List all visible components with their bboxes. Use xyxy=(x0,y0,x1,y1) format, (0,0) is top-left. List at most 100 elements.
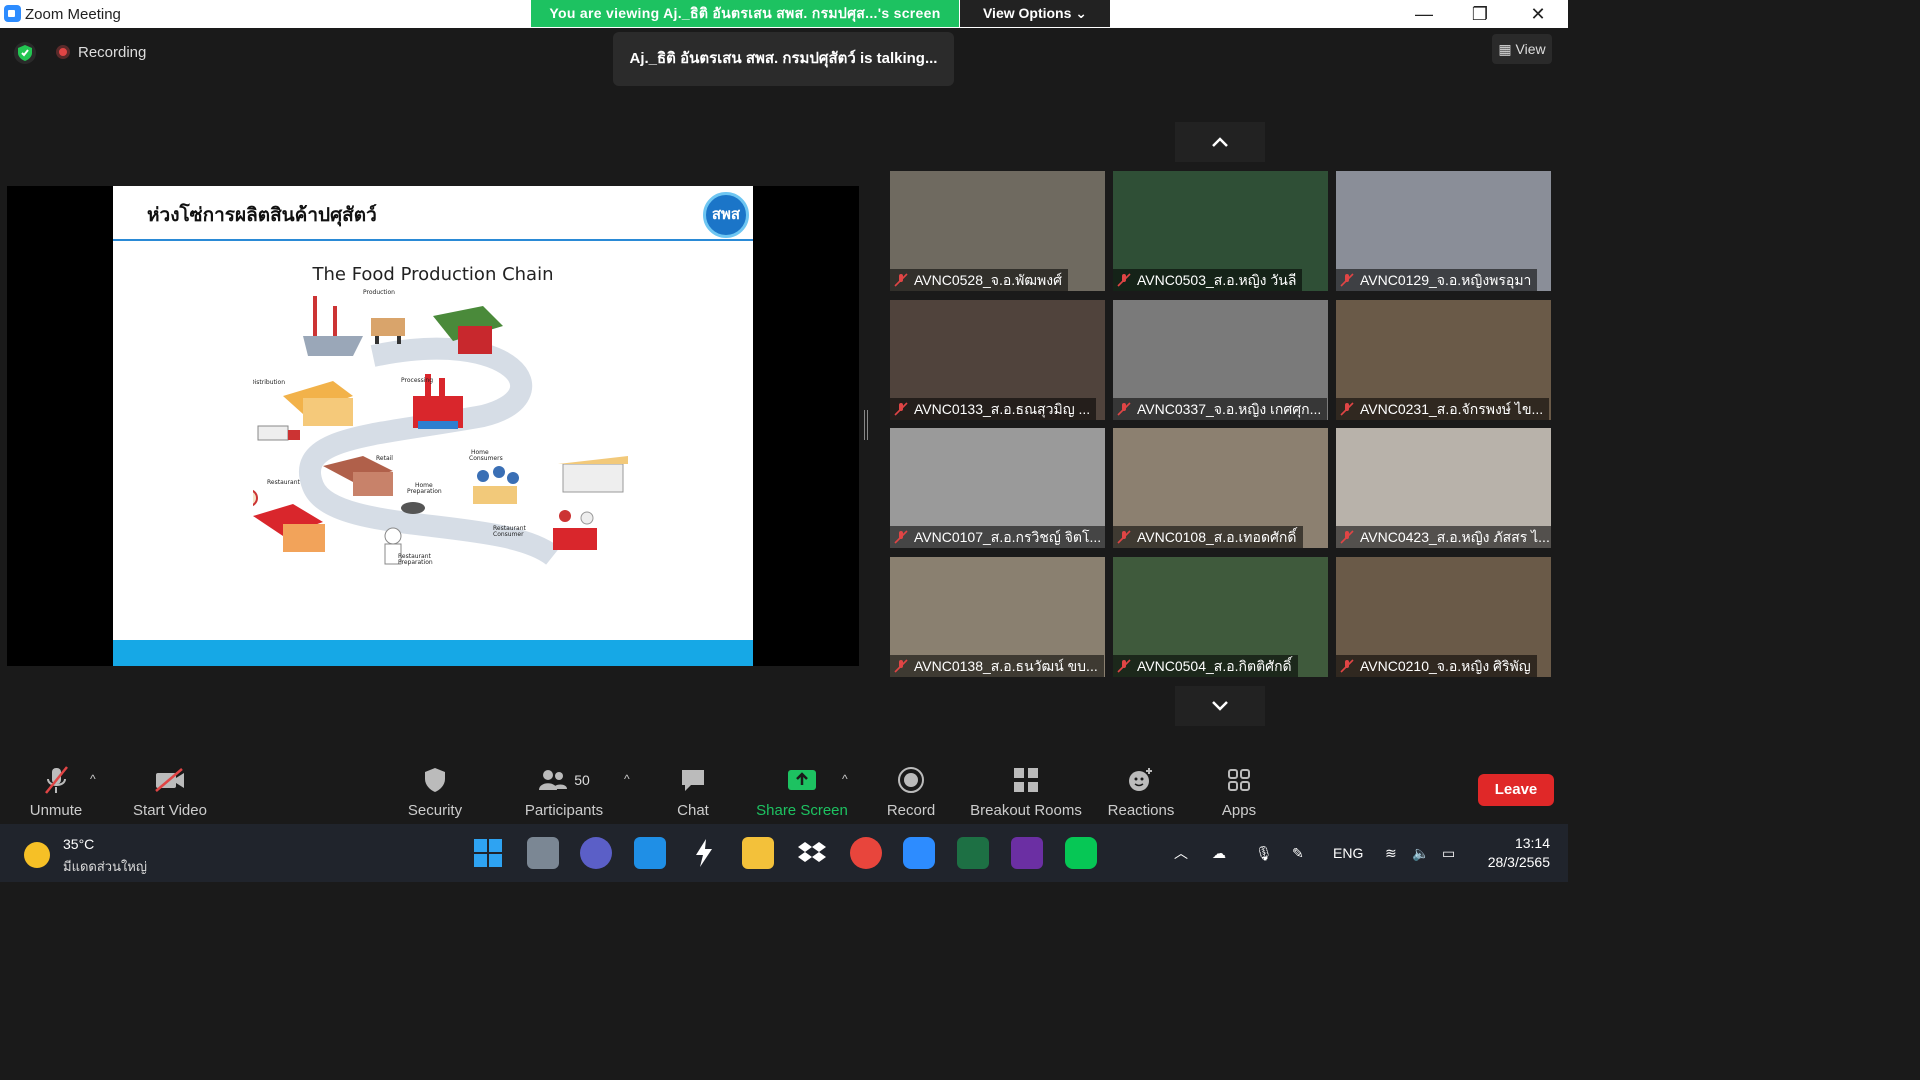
talking-indicator: Aj._ธิติ อันตรเสน สพส. กรมปศุสัตว์ is ta… xyxy=(613,32,954,86)
windows-start-icon[interactable] xyxy=(472,837,504,869)
onedrive-cloud-icon[interactable]: ☁ xyxy=(1212,824,1226,882)
language-indicator[interactable]: ENG xyxy=(1333,824,1363,882)
chevron-up-icon xyxy=(1212,137,1228,147)
line-app-icon[interactable] xyxy=(1065,837,1097,869)
record-label: Record xyxy=(886,802,936,819)
participant-tile[interactable]: AVNC0107_ส.อ.กรวิชญ์ จิตโ... xyxy=(890,428,1105,548)
view-button[interactable]: ▦ View xyxy=(1492,34,1552,64)
cow-icon xyxy=(371,318,405,344)
window-title: Zoom Meeting xyxy=(25,6,121,23)
tray-overflow-chevron-icon[interactable]: ︿ xyxy=(1174,824,1188,882)
minimize-button[interactable]: — xyxy=(1396,0,1452,28)
viewing-screen-banner: You are viewing Aj._ธิติ อันตรเสน สพส. ก… xyxy=(531,0,959,27)
taskbar-clock[interactable]: 13:14 28/3/2565 xyxy=(1488,834,1550,872)
participant-name: AVNC0528_จ.อ.พัฒพงศ์ xyxy=(914,272,1063,288)
task-view-icon[interactable] xyxy=(527,837,559,869)
volume-icon[interactable]: 🔈 xyxy=(1412,824,1429,882)
unmute-button[interactable]: Unmute xyxy=(22,764,90,819)
participants-button[interactable]: 50 Participants xyxy=(518,764,610,819)
participant-tile[interactable]: AVNC0504_ส.อ.กิตติศักดิ์ xyxy=(1113,557,1328,677)
participant-name-label: AVNC0108_ส.อ.เทอดศักดิ์ xyxy=(1113,526,1303,548)
apps-button[interactable]: Apps xyxy=(1212,764,1266,819)
participant-tile[interactable]: AVNC0210_จ.อ.หญิง ศิริพัญ xyxy=(1336,557,1551,677)
chrome-icon[interactable] xyxy=(850,837,882,869)
encryption-shield-icon[interactable] xyxy=(14,42,36,64)
home-consumers-label-2: Consumers xyxy=(469,455,503,462)
participant-tile[interactable]: AVNC0129_จ.อ.หญิงพรอุมา xyxy=(1336,171,1551,291)
title-bar: Zoom Meeting You are viewing Aj._ธิติ อั… xyxy=(0,0,1568,28)
security-button[interactable]: Security xyxy=(400,764,470,819)
participant-name: AVNC0231_ส.อ.จักรพงษ์ ไข... xyxy=(1360,401,1544,417)
slide-logo: สพส xyxy=(703,192,749,238)
file-explorer-icon[interactable] xyxy=(742,837,774,869)
reactions-button[interactable]: Reactions xyxy=(1104,764,1178,819)
pan-icon xyxy=(401,502,425,514)
share-options-caret-icon[interactable]: ^ xyxy=(842,772,848,786)
security-label: Security xyxy=(407,802,463,819)
record-button[interactable]: Record xyxy=(882,764,940,819)
participant-name: AVNC0133_ส.อ.ธณสุวมิญ ... xyxy=(914,401,1091,417)
muted-mic-icon xyxy=(1117,659,1131,673)
muted-mic-icon xyxy=(1340,659,1354,673)
weather-description: มีแดดส่วนใหญ่ xyxy=(63,859,147,874)
participant-name-label: AVNC0504_ส.อ.กิตติศักดิ์ xyxy=(1113,655,1298,677)
muted-mic-icon xyxy=(1117,402,1131,416)
share-screen-button[interactable]: Share Screen xyxy=(752,764,852,819)
muted-mic-icon xyxy=(1340,530,1354,544)
close-button[interactable]: ✕ xyxy=(1510,0,1566,28)
gallery-page-down-button[interactable] xyxy=(1175,686,1265,726)
restaurant-consumer-label-2: Consumer xyxy=(493,531,524,538)
participant-name: AVNC0504_ส.อ.กิตติศักดิ์ xyxy=(1137,658,1292,674)
microphone-tray-icon[interactable]: 🎙 xyxy=(1255,824,1273,882)
participant-tile[interactable]: AVNC0337_จ.อ.หญิง เกศศุก... xyxy=(1113,300,1328,420)
wifi-icon[interactable]: ≋ xyxy=(1385,824,1397,882)
recording-indicator[interactable]: Recording xyxy=(56,44,146,61)
dropbox-icon[interactable] xyxy=(796,837,828,869)
participant-tile[interactable]: AVNC0231_ส.อ.จักรพงษ์ ไข... xyxy=(1336,300,1551,420)
participant-tile[interactable]: AVNC0423_ส.อ.หญิง ภัสสร ไ... xyxy=(1336,428,1551,548)
participant-name-label: AVNC0138_ส.อ.ธนวัฒน์ ขบ... xyxy=(890,655,1104,677)
participant-name-label: AVNC0337_จ.อ.หญิง เกศศุก... xyxy=(1113,398,1328,420)
start-video-button[interactable]: Start Video xyxy=(125,764,215,819)
audio-options-caret-icon[interactable]: ^ xyxy=(90,772,96,786)
participant-tile[interactable]: AVNC0133_ส.อ.ธณสุวมิญ ... xyxy=(890,300,1105,420)
view-options-button[interactable]: View Options ⌄ xyxy=(960,0,1110,27)
breakout-rooms-button[interactable]: Breakout Rooms xyxy=(966,764,1086,819)
participant-tile[interactable]: AVNC0108_ส.อ.เทอดศักดิ์ xyxy=(1113,428,1328,548)
chat-button[interactable]: Chat xyxy=(668,764,718,819)
battery-icon[interactable]: ▭ xyxy=(1442,824,1455,882)
pdf-app-icon[interactable] xyxy=(1011,837,1043,869)
restaurant-label: Restaurant xyxy=(267,479,300,486)
split-view-drag-handle[interactable] xyxy=(864,410,868,440)
teams-chat-icon[interactable] xyxy=(580,837,612,869)
participant-tile[interactable]: AVNC0138_ส.อ.ธนวัฒน์ ขบ... xyxy=(890,557,1105,677)
mail-icon[interactable] xyxy=(634,837,666,869)
meeting-area: Recording Aj._ธิติ อันตรเสน สพส. กรมปศุส… xyxy=(0,28,1568,756)
muted-mic-icon xyxy=(1340,402,1354,416)
ship-icon xyxy=(303,296,363,356)
meeting-toolbar: Unmute ^ Start Video Security 50 Partici… xyxy=(0,756,1568,824)
recording-label: Recording xyxy=(78,44,147,61)
clock-time: 13:14 xyxy=(1514,835,1550,851)
participant-name: AVNC0138_ส.อ.ธนวัฒน์ ขบ... xyxy=(914,658,1098,674)
participant-name: AVNC0129_จ.อ.หญิงพรอุมา xyxy=(1360,272,1532,288)
participant-name-label: AVNC0107_ส.อ.กรวิชญ์ จิตโ... xyxy=(890,526,1105,548)
muted-mic-icon xyxy=(1340,273,1354,287)
leave-button[interactable]: Leave xyxy=(1478,774,1554,806)
slide-title: ห่วงโซ่การผลิตสินค้าปศุสัตว์ xyxy=(147,204,377,226)
gallery-page-up-button[interactable] xyxy=(1175,122,1265,162)
app-bolt-icon[interactable] xyxy=(688,837,720,869)
pen-tray-icon[interactable]: ✎ xyxy=(1292,824,1304,882)
participant-tile[interactable]: AVNC0503_ส.อ.หญิง วันลี xyxy=(1113,171,1328,291)
zoom-taskbar-icon[interactable] xyxy=(903,837,935,869)
breakout-rooms-icon xyxy=(966,764,1086,796)
muted-mic-icon xyxy=(894,659,908,673)
warehouse-icon xyxy=(283,381,353,426)
participant-tile[interactable]: AVNC0528_จ.อ.พัฒพงศ์ xyxy=(890,171,1105,291)
muted-mic-icon xyxy=(1117,273,1131,287)
participants-options-caret-icon[interactable]: ^ xyxy=(624,772,630,786)
excel-icon[interactable] xyxy=(957,837,989,869)
restaurant-preparation-label-2: Preparation xyxy=(398,559,433,566)
muted-mic-icon xyxy=(894,273,908,287)
maximize-button[interactable]: ❐ xyxy=(1452,0,1508,28)
